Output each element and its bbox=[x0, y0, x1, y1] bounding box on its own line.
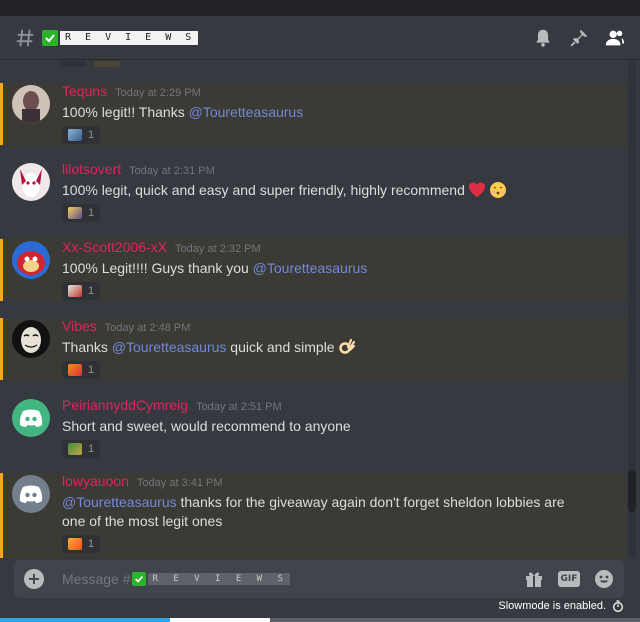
fire-emoji-icon bbox=[68, 538, 82, 550]
reaction-count: 1 bbox=[88, 207, 95, 219]
reaction-count: 1 bbox=[88, 538, 95, 550]
reaction-count: 1 bbox=[88, 129, 95, 141]
author-name[interactable]: Tequns bbox=[62, 83, 107, 99]
message-composer[interactable]: + Message # R E V I E W S GIF bbox=[14, 560, 624, 598]
message-text: 100% legit, quick and easy and super fri… bbox=[62, 181, 507, 200]
user-mention[interactable]: @Touretteasaurus bbox=[189, 104, 304, 120]
reaction-count: 1 bbox=[88, 443, 95, 455]
slowmode-indicator: Slowmode is enabled. bbox=[498, 600, 624, 612]
message-text: 100% Legit!!!! Guys thank you @Tourettea… bbox=[62, 260, 368, 276]
timestamp: Today at 2:31 PM bbox=[129, 165, 215, 177]
red-heart-emoji-icon bbox=[468, 182, 485, 197]
emoji-picker-icon[interactable] bbox=[594, 569, 614, 589]
message-item[interactable]: lilotsovert Today at 2:31 PM 100% legit, … bbox=[0, 161, 626, 225]
message-item[interactable]: Xx-Scott2006-xX Today at 2:32 PM 100% Leg… bbox=[0, 239, 626, 301]
reaction-emoji-icon bbox=[68, 443, 82, 455]
reaction-emoji-icon bbox=[68, 207, 82, 219]
plus-icon: + bbox=[27, 569, 41, 588]
message-item[interactable]: lowyauoon Today at 3:41 PM @Touretteasaur… bbox=[0, 473, 626, 558]
placeholder-channel-name: R E V I E W S bbox=[148, 573, 290, 585]
checkmark-emoji-icon bbox=[132, 572, 147, 586]
author-name[interactable]: lilotsovert bbox=[62, 161, 121, 177]
message-text: Short and sweet, would recommend to anyo… bbox=[62, 418, 351, 434]
avatar[interactable] bbox=[12, 320, 50, 358]
author-name[interactable]: Vibes bbox=[62, 318, 97, 334]
placeholder-text: Message # bbox=[62, 571, 131, 587]
user-mention[interactable]: @Touretteasaurus bbox=[62, 494, 177, 510]
upload-plus-button[interactable]: + bbox=[24, 569, 44, 589]
channel-header: R E V I E W S bbox=[0, 16, 640, 60]
avatar[interactable] bbox=[12, 241, 50, 279]
reaction-button[interactable]: 1 bbox=[62, 535, 101, 553]
message-item[interactable]: Tequns Today at 2:29 PM 100% legit!! Than… bbox=[0, 83, 626, 145]
rocket-emoji-icon bbox=[68, 129, 82, 141]
message-input[interactable]: Message # R E V I E W S bbox=[62, 571, 290, 587]
slowmode-text: Slowmode is enabled. bbox=[498, 600, 606, 612]
reaction-button[interactable]: 1 bbox=[62, 282, 101, 300]
gif-button[interactable]: GIF bbox=[558, 571, 580, 587]
gift-icon[interactable] bbox=[524, 569, 544, 589]
timestamp: Today at 2:32 PM bbox=[175, 243, 261, 255]
timestamp: Today at 2:29 PM bbox=[115, 87, 201, 99]
timestamp: Today at 2:51 PM bbox=[196, 401, 282, 413]
message-text: @Touretteasaurus thanks for the giveaway… bbox=[62, 494, 565, 529]
scrollbar-thumb[interactable] bbox=[628, 470, 636, 512]
author-name[interactable]: lowyauoon bbox=[62, 473, 129, 489]
timestamp: Today at 3:41 PM bbox=[136, 477, 223, 489]
checkmark-emoji-icon bbox=[42, 29, 58, 46]
message-item[interactable]: PeiriannyddCymreig Today at 2:51 PM Short… bbox=[0, 397, 626, 461]
timestamp: Today at 2:48 PM bbox=[104, 322, 191, 334]
reaction-count: 1 bbox=[88, 285, 95, 297]
message-text: Thanks @Touretteasaurus quick and simple bbox=[62, 338, 356, 357]
party-popper-emoji-icon bbox=[68, 364, 82, 376]
bell-icon[interactable] bbox=[532, 27, 554, 49]
kissing-face-emoji-icon bbox=[489, 182, 506, 198]
message-list[interactable]: Tequns Today at 2:29 PM 100% legit!! Than… bbox=[0, 61, 626, 558]
window-top-strip bbox=[0, 0, 640, 16]
message-text: 100% legit!! Thanks @Touretteasaurus bbox=[62, 104, 304, 120]
avatar[interactable] bbox=[12, 399, 50, 437]
reaction-button[interactable]: 1 bbox=[62, 126, 101, 144]
message-item[interactable]: Vibes Today at 2:48 PM Thanks @Touretteas… bbox=[0, 318, 626, 380]
pin-icon[interactable] bbox=[568, 27, 590, 49]
reaction-count: 1 bbox=[88, 364, 95, 376]
reaction-emoji-icon bbox=[68, 285, 82, 297]
reaction-button[interactable]: 1 bbox=[62, 440, 101, 458]
reaction-button[interactable]: 1 bbox=[62, 361, 101, 379]
channel-name: R E V I E W S bbox=[60, 30, 199, 45]
bottom-progress-strip bbox=[0, 618, 640, 622]
ok-hand-emoji-icon bbox=[338, 338, 355, 354]
author-name[interactable]: PeiriannyddCymreig bbox=[62, 397, 188, 413]
members-icon[interactable] bbox=[604, 27, 626, 49]
avatar[interactable] bbox=[12, 85, 50, 123]
previous-reactions-cutoff bbox=[60, 61, 120, 67]
channel-hash-icon bbox=[16, 29, 34, 46]
author-name[interactable]: Xx-Scott2006-xX bbox=[62, 239, 167, 255]
user-mention[interactable]: @Touretteasaurus bbox=[253, 260, 368, 276]
reaction-button[interactable]: 1 bbox=[62, 204, 101, 222]
avatar[interactable] bbox=[12, 475, 50, 513]
stopwatch-icon bbox=[613, 600, 623, 612]
user-mention[interactable]: @Touretteasaurus bbox=[112, 339, 227, 355]
avatar[interactable] bbox=[12, 163, 50, 201]
